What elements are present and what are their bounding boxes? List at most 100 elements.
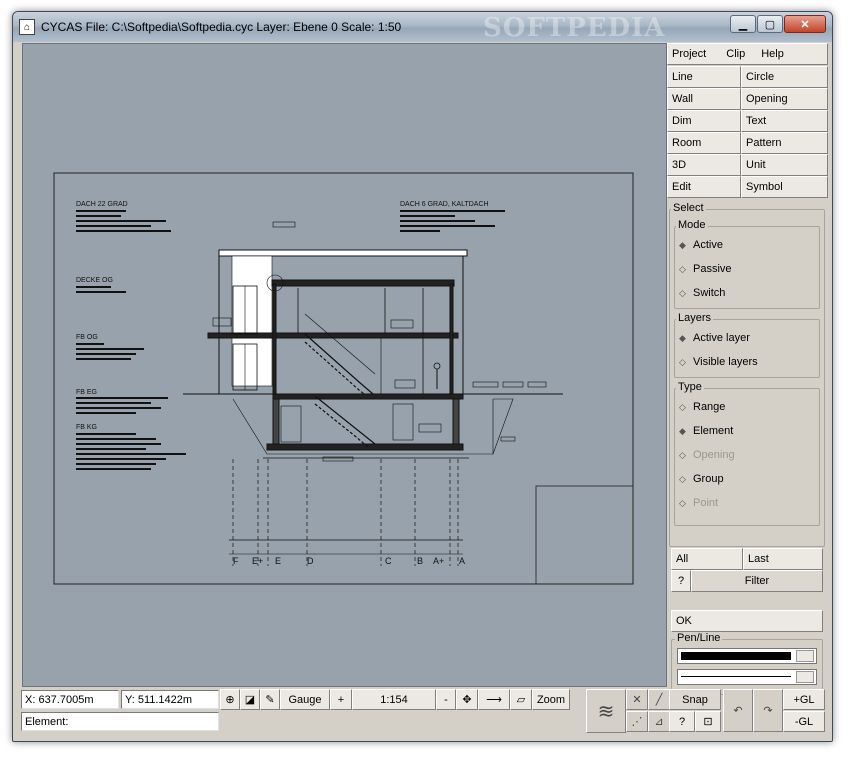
mode-active-option[interactable]: ◆ Active <box>679 239 723 251</box>
element-field[interactable]: Element: <box>21 712 219 731</box>
penline-group-title: Pen/Line <box>675 632 723 644</box>
filter-help-button[interactable]: ? <box>671 570 691 592</box>
menu-help[interactable]: Help <box>761 48 784 60</box>
snap-mode-button[interactable]: ⊡ <box>695 711 721 732</box>
undo-icon: ↶ <box>733 705 743 717</box>
line-style-dropdown-button[interactable] <box>796 671 814 683</box>
close-button[interactable]: ✕ <box>784 15 826 33</box>
window-controls: ▁ ▢ ✕ <box>729 15 826 33</box>
snap-help-button[interactable]: ? <box>669 711 695 732</box>
layers-group-title: Layers <box>676 312 714 324</box>
radio-icon: ◇ <box>679 449 686 460</box>
type-group-option[interactable]: ◇ Group <box>679 473 724 485</box>
select-all-button[interactable]: All <box>671 548 743 570</box>
snap-button[interactable]: Snap <box>669 689 721 710</box>
pen-dropdown-button[interactable] <box>796 650 814 662</box>
wall-tool-button[interactable]: Wall <box>667 88 741 110</box>
radio-icon: ◇ <box>679 287 686 298</box>
radio-icon: ◇ <box>679 263 686 274</box>
circle-tool-button[interactable]: Circle <box>741 66 828 88</box>
label-dach22: DACH 22 GRAD <box>76 201 128 208</box>
plus-gl-button[interactable]: +GL <box>783 689 825 710</box>
label-fb-og: FB OG <box>76 334 98 341</box>
axis-label-b: B <box>417 556 423 566</box>
menu-project[interactable]: Project <box>672 48 706 60</box>
crosshair-button[interactable]: ⊕ <box>220 689 240 710</box>
snap-cross-button[interactable]: ✕ <box>626 689 648 710</box>
fill-button[interactable]: ◪ <box>240 689 260 710</box>
minimize-button[interactable]: ▁ <box>730 15 756 33</box>
type-element-option[interactable]: ◆ Element <box>679 425 733 437</box>
pen-button[interactable]: ✎ <box>260 689 280 710</box>
layers-group <box>674 319 820 378</box>
scale-display[interactable]: 1:154 <box>352 689 436 710</box>
unit-tool-button[interactable]: Unit <box>741 154 828 176</box>
layers-visible-option[interactable]: ◇ Visible layers <box>679 356 758 368</box>
ok-button[interactable]: OK <box>671 610 823 632</box>
pen-color-swatch <box>681 652 791 660</box>
minus-gl-button[interactable]: -GL <box>783 711 825 732</box>
redo-icon: ↷ <box>763 705 773 717</box>
line-tool-button[interactable]: Line <box>667 66 741 88</box>
gauge-button[interactable]: Gauge <box>280 689 330 710</box>
layers-active-option[interactable]: ◆ Active layer <box>679 332 750 344</box>
axis-label-a-plus: A+ <box>433 556 444 566</box>
y-coordinate-field[interactable]: Y: 511.1422m <box>121 690 219 709</box>
snap-grid-icon: ⋰ <box>631 716 643 728</box>
app-icon: ⌂ <box>19 19 35 35</box>
minimize-icon: ▁ <box>738 18 748 31</box>
layers-button[interactable]: ≋ <box>586 689 626 733</box>
snap-angle-button[interactable]: ⊿ <box>648 711 670 732</box>
page-icon: ▱ <box>516 694 526 706</box>
snap-angle-icon: ⊿ <box>654 716 664 728</box>
axis-label-a: A <box>459 556 465 566</box>
page-button[interactable]: ▱ <box>510 689 532 710</box>
zoom-out-button[interactable]: - <box>436 689 456 710</box>
radio-selected-icon: ◆ <box>679 332 686 343</box>
maximize-icon: ▢ <box>764 18 776 31</box>
label-dach6: DACH 6 GRAD, KALTDACH <box>400 201 489 208</box>
window-title: CYCAS File: C:\Softpedia\Softpedia.cyc L… <box>41 20 402 34</box>
zoom-button[interactable]: Zoom <box>532 689 570 710</box>
arrow-button[interactable]: ⟶ <box>478 689 510 710</box>
select-last-button[interactable]: Last <box>743 548 823 570</box>
cad-drawing: DACH 22 GRAD DECKE OG FB OG FB EG FB KG … <box>53 172 634 585</box>
line-style-selector[interactable] <box>677 669 817 685</box>
snap-line-icon: ╱ <box>655 694 663 706</box>
type-point-option: ◇ Point <box>679 497 719 509</box>
bottom-toolbar: X: 637.7005m Y: 511.1422m Element: ⊕ ◪ ✎… <box>13 687 670 741</box>
drawing-canvas[interactable]: DACH 22 GRAD DECKE OG FB OG FB EG FB KG … <box>22 43 667 687</box>
app-window: ⌂ CYCAS File: C:\Softpedia\Softpedia.cyc… <box>12 11 833 742</box>
pattern-tool-button[interactable]: Pattern <box>741 132 828 154</box>
redo-button[interactable]: ↷ <box>753 689 783 732</box>
maximize-button[interactable]: ▢ <box>757 15 783 33</box>
menu-bar: Project Clip Help <box>667 43 828 65</box>
pen-icon: ✎ <box>265 694 275 706</box>
type-range-option[interactable]: ◇ Range <box>679 401 725 413</box>
mode-passive-option[interactable]: ◇ Passive <box>679 263 732 275</box>
pen-selector[interactable] <box>677 648 817 664</box>
undo-button[interactable]: ↶ <box>723 689 753 732</box>
room-tool-button[interactable]: Room <box>667 132 741 154</box>
axis-label-d: D <box>307 556 314 566</box>
snap-grid-button[interactable]: ⋰ <box>626 711 648 732</box>
opening-tool-button[interactable]: Opening <box>741 88 828 110</box>
title-bar[interactable]: ⌂ CYCAS File: C:\Softpedia\Softpedia.cyc… <box>13 12 832 43</box>
radio-icon: ◇ <box>679 401 686 412</box>
snap-line-button[interactable]: ╱ <box>648 689 670 710</box>
filter-button[interactable]: Filter <box>691 570 823 592</box>
pan-button[interactable]: ✥ <box>456 689 478 710</box>
zoom-in-button[interactable]: + <box>330 689 352 710</box>
arrow-right-icon: ⟶ <box>486 694 502 706</box>
mode-group-title: Mode <box>676 219 708 231</box>
type-opening-option: ◇ Opening <box>679 449 735 461</box>
x-coordinate-field[interactable]: X: 637.7005m <box>21 690 119 709</box>
text-tool-button[interactable]: Text <box>741 110 828 132</box>
menu-clip[interactable]: Clip <box>726 48 745 60</box>
dim-tool-button[interactable]: Dim <box>667 110 741 132</box>
3d-tool-button[interactable]: 3D <box>667 154 741 176</box>
symbol-tool-button[interactable]: Symbol <box>741 176 828 198</box>
edit-tool-button[interactable]: Edit <box>667 176 741 198</box>
mode-switch-option[interactable]: ◇ Switch <box>679 287 725 299</box>
line-style-swatch <box>681 676 791 677</box>
